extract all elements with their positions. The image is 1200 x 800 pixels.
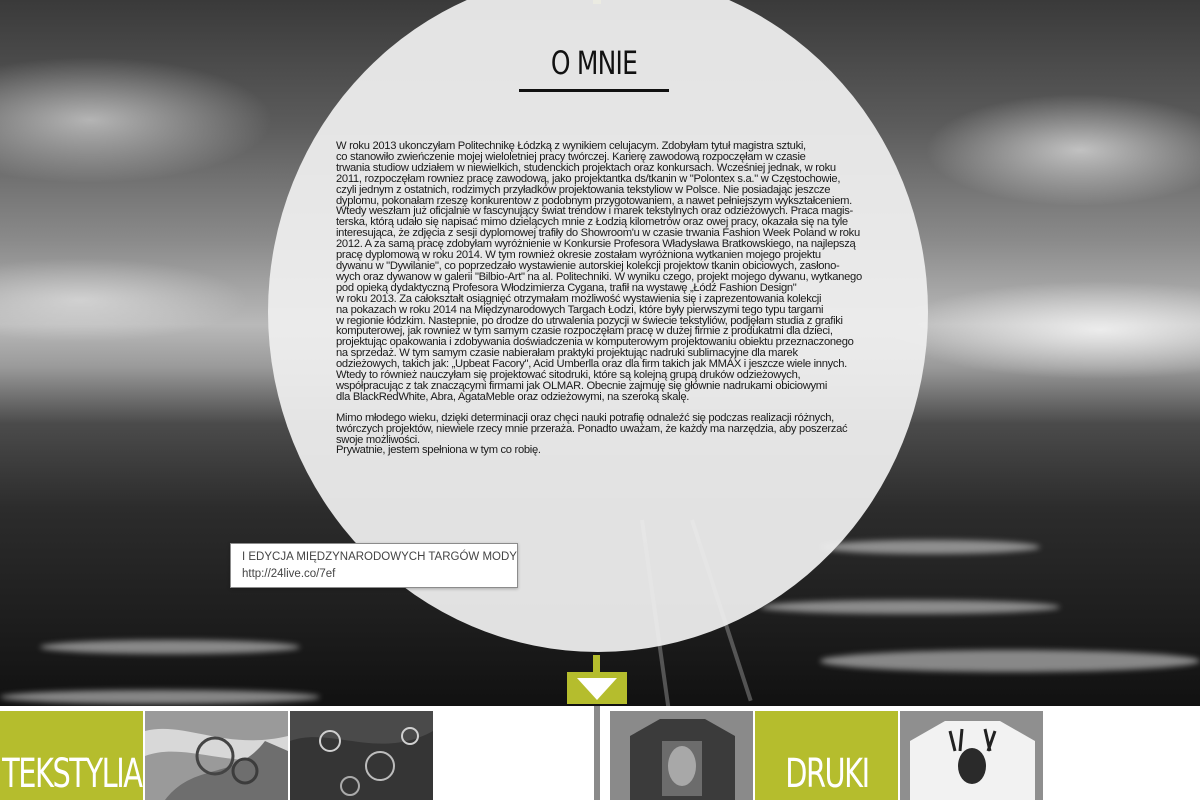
print-thumbnail[interactable] bbox=[900, 711, 1043, 800]
about-text: W roku 2013 ukonczyłam Politechnikę Łódz… bbox=[336, 140, 862, 457]
text-line: 2011, rozpoczęłam rowniez pracę zawodową… bbox=[336, 172, 841, 185]
fabric-image-1 bbox=[145, 711, 288, 800]
text-line: na pokazach w roku 2014 na Międzynarodow… bbox=[336, 303, 824, 316]
text-line: w roku 2013. Za całokształt osiągnięć ot… bbox=[336, 292, 822, 305]
text-line: Prywatnie, jestem spełniona w tym co rob… bbox=[336, 444, 541, 457]
text-line: dla BlackRedWhite, Abra, AgataMeble oraz… bbox=[336, 390, 690, 403]
print-thumbnail[interactable] bbox=[610, 711, 753, 800]
tshirt-image-2 bbox=[900, 711, 1043, 800]
category-divider bbox=[594, 706, 600, 800]
textile-thumbnail[interactable] bbox=[145, 711, 288, 800]
arrow-down-icon bbox=[577, 678, 617, 700]
title-underline bbox=[519, 89, 669, 92]
text-line: twórczych projektów, niewiele rzecy mnie… bbox=[336, 422, 848, 435]
fabric-image-2 bbox=[290, 711, 433, 800]
paragraph: W roku 2013 ukonczyłam Politechnikę Łódz… bbox=[336, 140, 862, 403]
paragraph: Mimo młodego wieku, dzięki determinacji … bbox=[336, 412, 856, 457]
tooltip-url: http://24live.co/7ef bbox=[242, 568, 336, 580]
category-label: DRUKI bbox=[784, 751, 870, 797]
text-line: czyli jednym z ostatnich, rodzimych przy… bbox=[336, 183, 831, 196]
textile-thumbnail[interactable] bbox=[290, 711, 433, 800]
tooltip-title: I EDYCJA MIĘDZYNARODOWYCH TARGÓW MODY bbox=[242, 551, 517, 563]
link-tooltip: I EDYCJA MIĘDZYNARODOWYCH TARGÓW MODY ht… bbox=[230, 543, 518, 588]
page-title: O MNIE bbox=[550, 44, 638, 82]
scroll-down-button[interactable] bbox=[567, 672, 627, 704]
category-druki-tile[interactable]: DRUKI bbox=[755, 711, 898, 800]
scroll-arrow-stem bbox=[593, 655, 600, 673]
category-tekstylia-tile[interactable]: TEKSTYLIA bbox=[0, 711, 143, 800]
tshirt-image-1 bbox=[610, 711, 753, 800]
category-label: TEKSTYLIA bbox=[1, 751, 143, 797]
